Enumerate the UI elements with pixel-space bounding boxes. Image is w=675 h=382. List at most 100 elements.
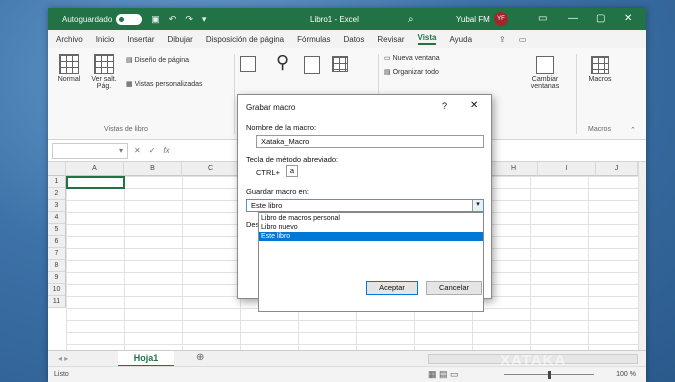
close-dialog-icon[interactable]: ✕ [470, 100, 478, 111]
cancel-formula-icon[interactable]: ✕ [134, 146, 141, 155]
arrange-all-button[interactable]: ▤ Organizar todo [384, 68, 439, 76]
active-cell-a1[interactable] [66, 176, 125, 189]
group-label-vistas: Vistas de libro [104, 126, 148, 133]
menu-archivo[interactable]: Archivo [56, 35, 83, 44]
row-header[interactable]: 10 [48, 284, 66, 296]
row-header[interactable]: 8 [48, 260, 66, 272]
view-buttons-icon[interactable]: ▦ ▤ ▭ [428, 367, 459, 382]
column-header[interactable]: B [124, 162, 182, 176]
status-ready: Listo [54, 371, 69, 378]
user-name[interactable]: Yubal FM [456, 15, 490, 24]
customize-icon[interactable]: ▾ [202, 14, 207, 25]
menu-inicio[interactable]: Inicio [96, 35, 115, 44]
menu-disposicion[interactable]: Disposición de página [206, 35, 284, 44]
new-window-icon: ▭ [384, 55, 391, 62]
cancel-button[interactable]: Cancelar [426, 281, 482, 295]
row-header[interactable]: 6 [48, 236, 66, 248]
zoom-100-icon[interactable] [304, 56, 320, 76]
zoom-selection-icon[interactable] [332, 56, 348, 74]
document-title: Libro1 - Excel [310, 14, 359, 24]
sheet-nav-arrows-icon[interactable]: ◂ ▸ [58, 354, 68, 363]
row-header[interactable]: 3 [48, 200, 66, 212]
normal-view-label: Normal [57, 76, 81, 83]
normal-view-button[interactable]: Normal [54, 54, 84, 83]
column-header[interactable]: I [538, 162, 596, 176]
redo-icon[interactable]: ↷ [185, 14, 193, 25]
share-icon[interactable]: ⇪ [499, 35, 506, 44]
macros-button[interactable]: Macros [582, 56, 618, 83]
zoom-level[interactable]: 100 % [616, 367, 636, 382]
show-icon[interactable] [240, 56, 256, 74]
zoom-icon[interactable]: ⚲ [276, 52, 289, 73]
maximize-icon[interactable]: ▢ [596, 13, 605, 24]
option-new-workbook[interactable]: Libro nuevo [259, 223, 483, 232]
page-layout-icon: ▤ [126, 57, 133, 64]
menu-dibujar[interactable]: Dibujar [168, 35, 193, 44]
new-window-button[interactable]: ▭ Nueva ventana [384, 54, 440, 62]
menu-insertar[interactable]: Insertar [127, 35, 154, 44]
name-box[interactable]: ▾ [52, 142, 128, 159]
group-separator-3 [576, 54, 577, 134]
zoom-slider-thumb[interactable] [548, 371, 551, 379]
shortcut-key-input[interactable]: a [286, 165, 298, 177]
page-layout-button[interactable]: ▤ Diseño de página [126, 56, 189, 64]
help-icon[interactable]: ? [442, 101, 447, 111]
page-layout-label: Diseño de página [134, 57, 190, 64]
autosave-toggle[interactable] [116, 13, 143, 25]
record-macro-dialog: Grabar macro ? ✕ Nombre de la macro: Xat… [237, 94, 492, 312]
column-header[interactable]: H [490, 162, 538, 176]
switch-windows-button[interactable]: Cambiar ventanas [520, 56, 570, 90]
sheet-tab-hoja1[interactable]: Hoja1 [118, 351, 174, 367]
menu-datos[interactable]: Datos [343, 35, 364, 44]
page-break-label: Ver salt. [91, 76, 117, 83]
store-in-select[interactable]: Este libro ▾ [246, 199, 484, 212]
option-personal-workbook[interactable]: Libro de macros personal [259, 214, 483, 223]
comments-icon[interactable]: ▭ [519, 35, 527, 44]
page-break-icon [94, 54, 114, 74]
avatar[interactable]: YF [494, 12, 508, 26]
dialog-title: Grabar macro [246, 103, 296, 112]
title-bar: Autoguardado ▣ ↶ ↷ ▾ Libro1 - Excel ⌕ Yu… [48, 8, 646, 30]
row-header[interactable]: 7 [48, 248, 66, 260]
menu-formulas[interactable]: Fórmulas [297, 35, 330, 44]
custom-views-label: Vistas personalizadas [134, 81, 203, 88]
row-header[interactable]: 11 [48, 296, 66, 308]
confirm-formula-icon[interactable]: ✓ [149, 146, 156, 155]
row-header[interactable]: 9 [48, 272, 66, 284]
page-break-view-button[interactable]: Ver salt. Pág. [88, 54, 120, 90]
accept-button[interactable]: Aceptar [366, 281, 418, 295]
group-separator [234, 54, 235, 134]
row-header[interactable]: 2 [48, 188, 66, 200]
column-header[interactable]: J [596, 162, 638, 176]
option-this-workbook[interactable]: Este libro [259, 232, 483, 241]
store-in-value: Este libro [251, 201, 283, 210]
menu-ayuda[interactable]: Ayuda [449, 35, 472, 44]
custom-views-button[interactable]: ▦ Vistas personalizadas [126, 80, 203, 88]
macro-name-input[interactable]: Xataka_Macro [256, 135, 484, 148]
chevron-down-icon[interactable]: ▾ [472, 200, 483, 211]
ribbon-display-icon[interactable]: ▭ [538, 13, 547, 24]
menu-revisar[interactable]: Revisar [377, 35, 404, 44]
macros-label: Macros [588, 76, 612, 83]
group-label-macros: Macros [588, 126, 611, 133]
macros-icon [591, 56, 609, 74]
save-icon[interactable]: ▣ [151, 14, 160, 25]
column-header[interactable]: A [66, 162, 124, 176]
collapse-ribbon-icon[interactable]: ⌃ [630, 126, 636, 134]
page-break-label-2: Pág. [96, 83, 112, 90]
insert-function-icon[interactable]: fx [163, 146, 169, 155]
undo-icon[interactable]: ↶ [169, 14, 177, 25]
row-header[interactable]: 5 [48, 224, 66, 236]
search-icon[interactable]: ⌕ [408, 14, 414, 25]
select-all-corner[interactable] [48, 162, 66, 176]
vertical-scrollbar[interactable] [638, 162, 646, 350]
switch-windows-icon [536, 56, 554, 74]
menu-vista[interactable]: Vista [417, 33, 437, 45]
row-header[interactable]: 4 [48, 212, 66, 224]
add-sheet-icon[interactable]: ⊕ [196, 352, 204, 363]
column-header[interactable]: C [182, 162, 240, 176]
close-icon[interactable]: ✕ [624, 13, 632, 24]
minimize-icon[interactable]: — [568, 13, 578, 24]
row-header[interactable]: 1 [48, 176, 66, 188]
arrange-all-label: Organizar todo [392, 69, 439, 76]
